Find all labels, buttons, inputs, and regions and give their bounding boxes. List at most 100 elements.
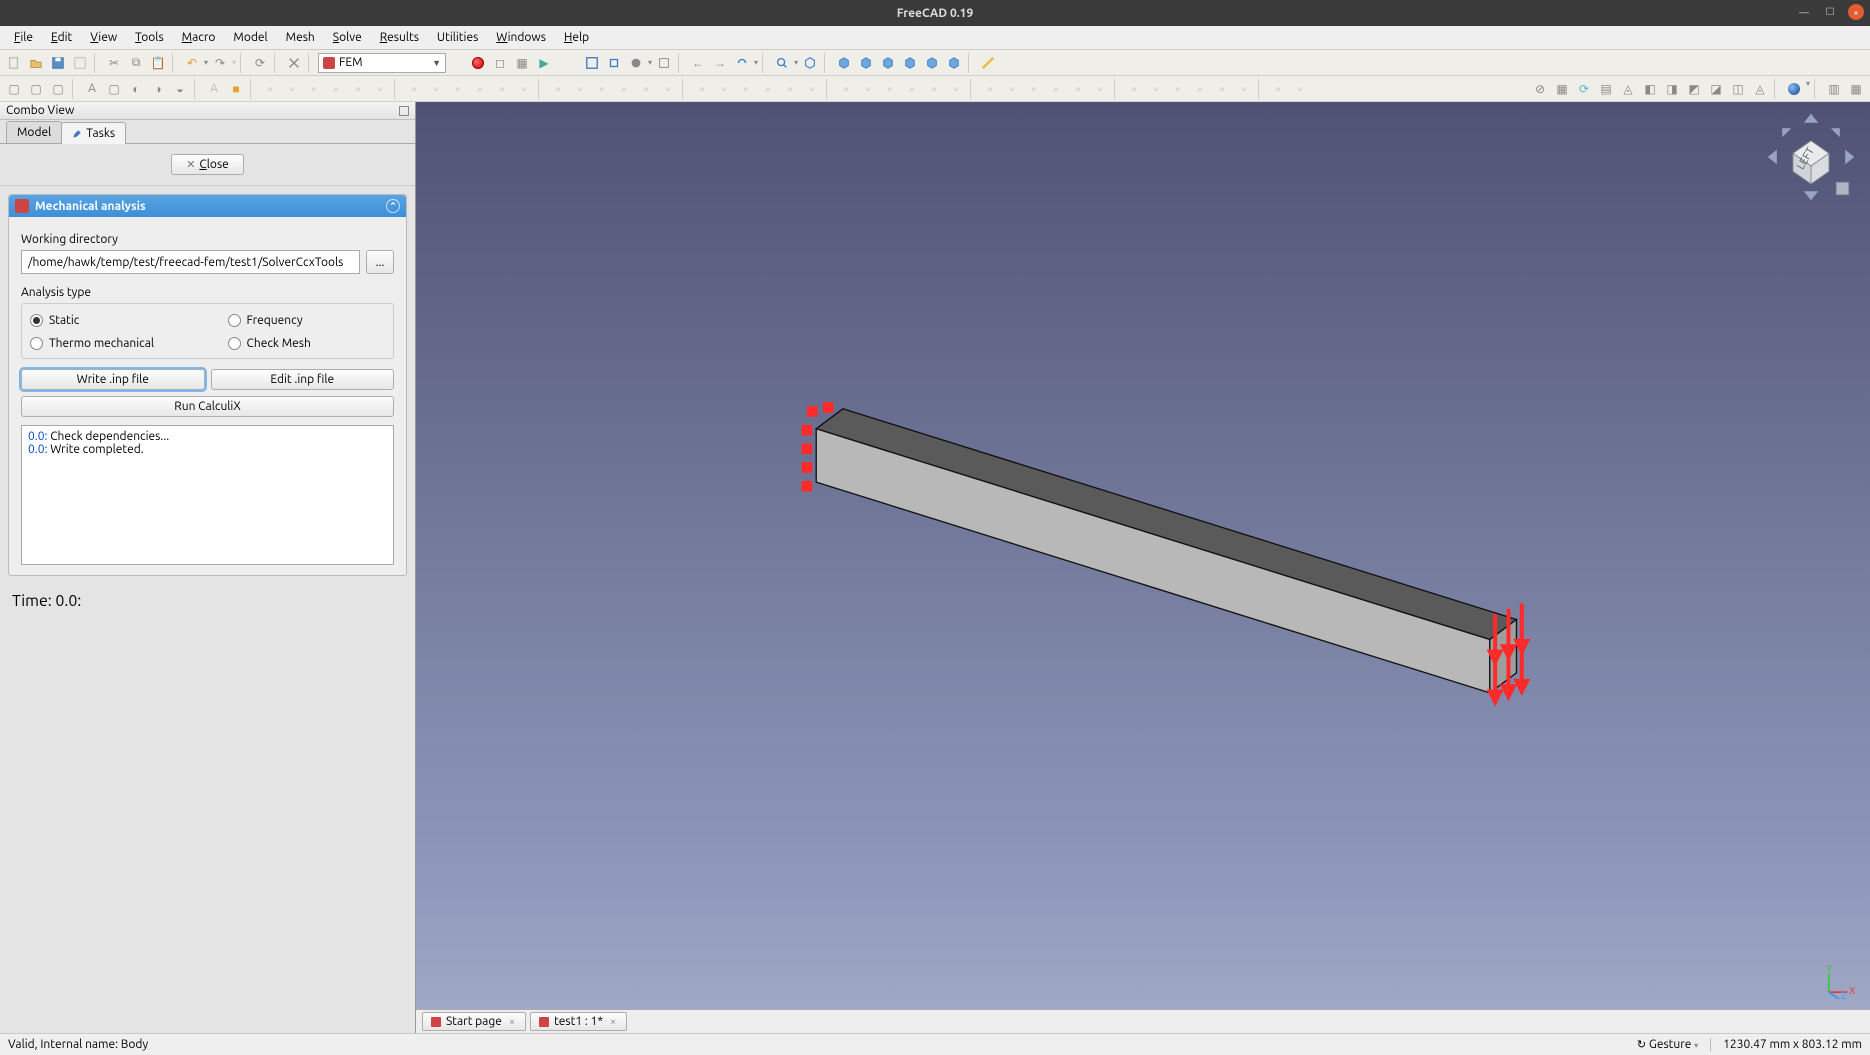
fem-tool-icon[interactable]: ▫ [836, 79, 856, 99]
log-output[interactable]: 0.0: Check dependencies... 0.0: Write co… [21, 425, 394, 565]
3d-viewport[interactable]: LEFT Y X Z Start page × test1 : 1* × [416, 102, 1870, 1033]
fem-tool-icon[interactable]: ▫ [614, 79, 634, 99]
link-nav-icon[interactable] [732, 53, 752, 73]
fem-result-purge-icon[interactable]: ⊘ [1530, 79, 1550, 99]
copy-icon[interactable]: ⧉ [126, 53, 146, 73]
new-doc-icon[interactable] [4, 53, 24, 73]
fem-post-scalar-icon[interactable]: ◩ [1684, 79, 1704, 99]
cut-icon[interactable]: ✂ [104, 53, 124, 73]
fem-tool-icon[interactable]: ▫ [980, 79, 1000, 99]
close-tab-icon[interactable]: × [507, 1016, 517, 1028]
save-icon[interactable] [48, 53, 68, 73]
menu-view[interactable]: View [82, 28, 125, 47]
menu-utilities[interactable]: Utilities [429, 28, 486, 47]
radio-frequency[interactable]: Frequency [228, 314, 386, 327]
fem-analysis-icon[interactable]: A [204, 79, 224, 99]
menu-help[interactable]: Help [556, 28, 597, 47]
refresh-icon[interactable]: ⟳ [250, 53, 270, 73]
fem-tool-icon[interactable]: ▫ [758, 79, 778, 99]
fem-tool-icon[interactable]: ▫ [1068, 79, 1088, 99]
iso-view-icon[interactable] [800, 53, 820, 73]
fem-tool-icon[interactable]: ▫ [1268, 79, 1288, 99]
fem-tool-icon[interactable]: ▫ [658, 79, 678, 99]
fem-tool-icon[interactable]: ▫ [1124, 79, 1144, 99]
viewport-tab-test1[interactable]: test1 : 1* × [530, 1012, 627, 1031]
fem-tool-icon[interactable]: ▫ [692, 79, 712, 99]
menu-tools[interactable]: Tools [127, 28, 172, 47]
menu-windows[interactable]: Windows [488, 28, 554, 47]
browse-directory-button[interactable]: ... [366, 250, 394, 274]
saveas-icon[interactable] [70, 53, 90, 73]
fem-tool-icon[interactable]: ▫ [880, 79, 900, 99]
fem-tool-icon[interactable]: ▫ [448, 79, 468, 99]
link-icon[interactable] [284, 53, 304, 73]
view-rear-icon[interactable] [900, 53, 920, 73]
fem-tool-icon[interactable]: ▫ [714, 79, 734, 99]
write-inp-button[interactable]: Write .inp file [21, 369, 205, 390]
fem-tool-icon[interactable]: ▫ [426, 79, 446, 99]
fem-tool-icon[interactable]: ▫ [348, 79, 368, 99]
workbench-selector[interactable]: FEM ▼ [318, 53, 446, 73]
fem-tool-icon[interactable]: ▫ [924, 79, 944, 99]
fem-ex2mesh-icon[interactable]: ▦ [1846, 79, 1866, 99]
window-maximize-button[interactable]: ☐ [1822, 4, 1838, 20]
fem-tool-icon[interactable]: ▫ [902, 79, 922, 99]
fem-tool-icon[interactable]: ▢ [48, 79, 68, 99]
fem-text-icon[interactable]: A [82, 79, 102, 99]
fem-tool-icon[interactable]: ▫ [802, 79, 822, 99]
collapse-icon[interactable]: ⌃ [386, 199, 400, 213]
macros-icon[interactable]: ▦ [512, 53, 532, 73]
zoom-in-icon[interactable] [772, 53, 792, 73]
fem-tool-icon[interactable]: ▫ [326, 79, 346, 99]
fem-tool-icon[interactable]: ▫ [570, 79, 590, 99]
fem-post-lineariz-icon[interactable]: ◬ [1750, 79, 1770, 99]
fem-tool-icon[interactable]: ▫ [780, 79, 800, 99]
working-directory-input[interactable] [21, 250, 360, 274]
edit-inp-button[interactable]: Edit .inp file [211, 369, 395, 390]
radio-thermo[interactable]: Thermo mechanical [30, 337, 188, 350]
nav-style-selector[interactable]: ↻ Gesture ▾ [1637, 1038, 1698, 1051]
fem-tool-icon[interactable]: ◐ [126, 79, 146, 99]
window-minimize-button[interactable]: — [1796, 4, 1812, 20]
view-left-icon[interactable] [944, 53, 964, 73]
run-calculix-button[interactable]: Run CalculiX [21, 396, 394, 417]
fem-tool-icon[interactable]: ▢ [104, 79, 124, 99]
fit-all-icon[interactable] [582, 53, 602, 73]
fem-tool-icon[interactable]: ▫ [592, 79, 612, 99]
tab-model[interactable]: Model [6, 121, 62, 143]
fem-tool-icon[interactable]: ▢ [26, 79, 46, 99]
task-title-bar[interactable]: Mechanical analysis ⌃ [9, 195, 406, 217]
undock-icon[interactable] [399, 106, 409, 116]
draw-style-icon[interactable] [626, 53, 646, 73]
fem-tool-icon[interactable]: ▫ [1146, 79, 1166, 99]
fem-tool-icon[interactable]: ▫ [282, 79, 302, 99]
fem-tool-icon[interactable]: ▫ [1046, 79, 1066, 99]
undo-icon[interactable]: ↶ [182, 53, 202, 73]
fem-tool-icon[interactable]: ▫ [370, 79, 390, 99]
menu-mesh[interactable]: Mesh [278, 28, 323, 47]
fem-material-icon[interactable]: ■ [226, 79, 246, 99]
fem-tool-icon[interactable]: ▫ [404, 79, 424, 99]
stop-macro-icon[interactable]: ◻ [490, 53, 510, 73]
fem-post-apply-icon[interactable]: ⟳ [1574, 79, 1594, 99]
navigation-cube[interactable]: LEFT [1766, 112, 1856, 202]
navcube-mini-icon[interactable] [1836, 182, 1849, 195]
fem-tool-icon[interactable]: ▢ [4, 79, 24, 99]
fem-tool-icon[interactable]: ▫ [1024, 79, 1044, 99]
fem-post-dataalong-icon[interactable]: ◫ [1728, 79, 1748, 99]
view-top-icon[interactable] [856, 53, 876, 73]
window-close-button[interactable]: × [1848, 4, 1864, 20]
fem-tool-icon[interactable]: ▫ [514, 79, 534, 99]
fem-tool-icon[interactable]: ▫ [492, 79, 512, 99]
fem-post-warp-icon[interactable]: ◬ [1618, 79, 1638, 99]
close-task-button[interactable]: ✕ Close [171, 154, 244, 175]
fem-tool-icon[interactable]: ▫ [858, 79, 878, 99]
fem-post-clip-icon[interactable]: ◧ [1640, 79, 1660, 99]
view-bottom-icon[interactable] [922, 53, 942, 73]
viewport-tab-start[interactable]: Start page × [422, 1012, 526, 1031]
open-doc-icon[interactable] [26, 53, 46, 73]
fem-tool-icon[interactable]: ▫ [1234, 79, 1254, 99]
fem-tool-icon[interactable]: ▫ [1090, 79, 1110, 99]
menu-results[interactable]: Results [372, 28, 427, 47]
fem-tool-icon[interactable]: ▫ [1212, 79, 1232, 99]
